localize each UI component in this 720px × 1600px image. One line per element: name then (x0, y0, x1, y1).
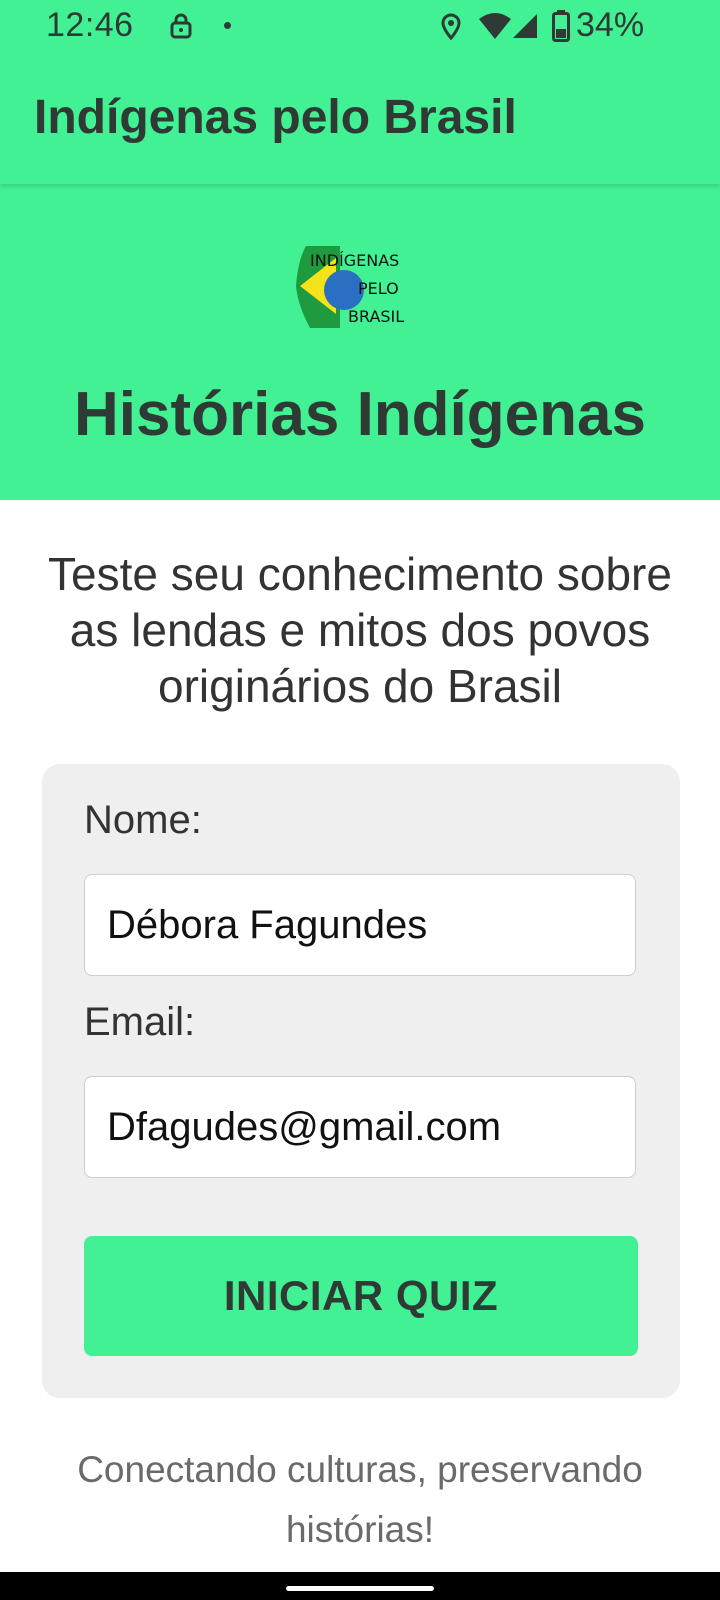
brazil-flag-logo: INDÍGENAS PELO BRASIL (296, 246, 404, 328)
footer-tagline: Conectando culturas, preservando históri… (77, 1449, 643, 1550)
battery-icon (552, 10, 570, 42)
logo-text-line1: INDÍGENAS (310, 251, 399, 270)
email-label: Email: (84, 1000, 196, 1044)
system-nav-bar (0, 1572, 720, 1600)
status-bar: 12:46 34% (0, 0, 720, 56)
start-quiz-button[interactable]: INICIAR QUIZ (84, 1236, 638, 1356)
logo-text-line2: PELO (358, 279, 399, 298)
battery-percent: 34% (576, 6, 645, 44)
lock-icon (170, 13, 192, 39)
email-input[interactable] (84, 1076, 636, 1178)
hero-title: Histórias Indígenas (74, 380, 646, 449)
location-icon (441, 13, 461, 41)
quiz-form-card: Nome: Email: INICIAR QUIZ (42, 764, 680, 1398)
logo-text-line3: BRASIL (348, 307, 404, 326)
status-time: 12:46 (46, 6, 134, 44)
hero-header: INDÍGENAS PELO BRASIL Histórias Indígena… (0, 184, 720, 500)
intro-text: Teste seu conhecimento sobre as lendas e… (48, 548, 672, 712)
home-indicator[interactable] (286, 1586, 434, 1591)
cell-signal-icon (513, 14, 537, 38)
app-bar: Indígenas pelo Brasil (0, 56, 720, 184)
app-title: Indígenas pelo Brasil (34, 91, 517, 144)
name-label: Nome: (84, 798, 202, 842)
notification-dot-icon (224, 22, 231, 29)
wifi-icon (479, 13, 511, 39)
name-input[interactable] (84, 874, 636, 976)
